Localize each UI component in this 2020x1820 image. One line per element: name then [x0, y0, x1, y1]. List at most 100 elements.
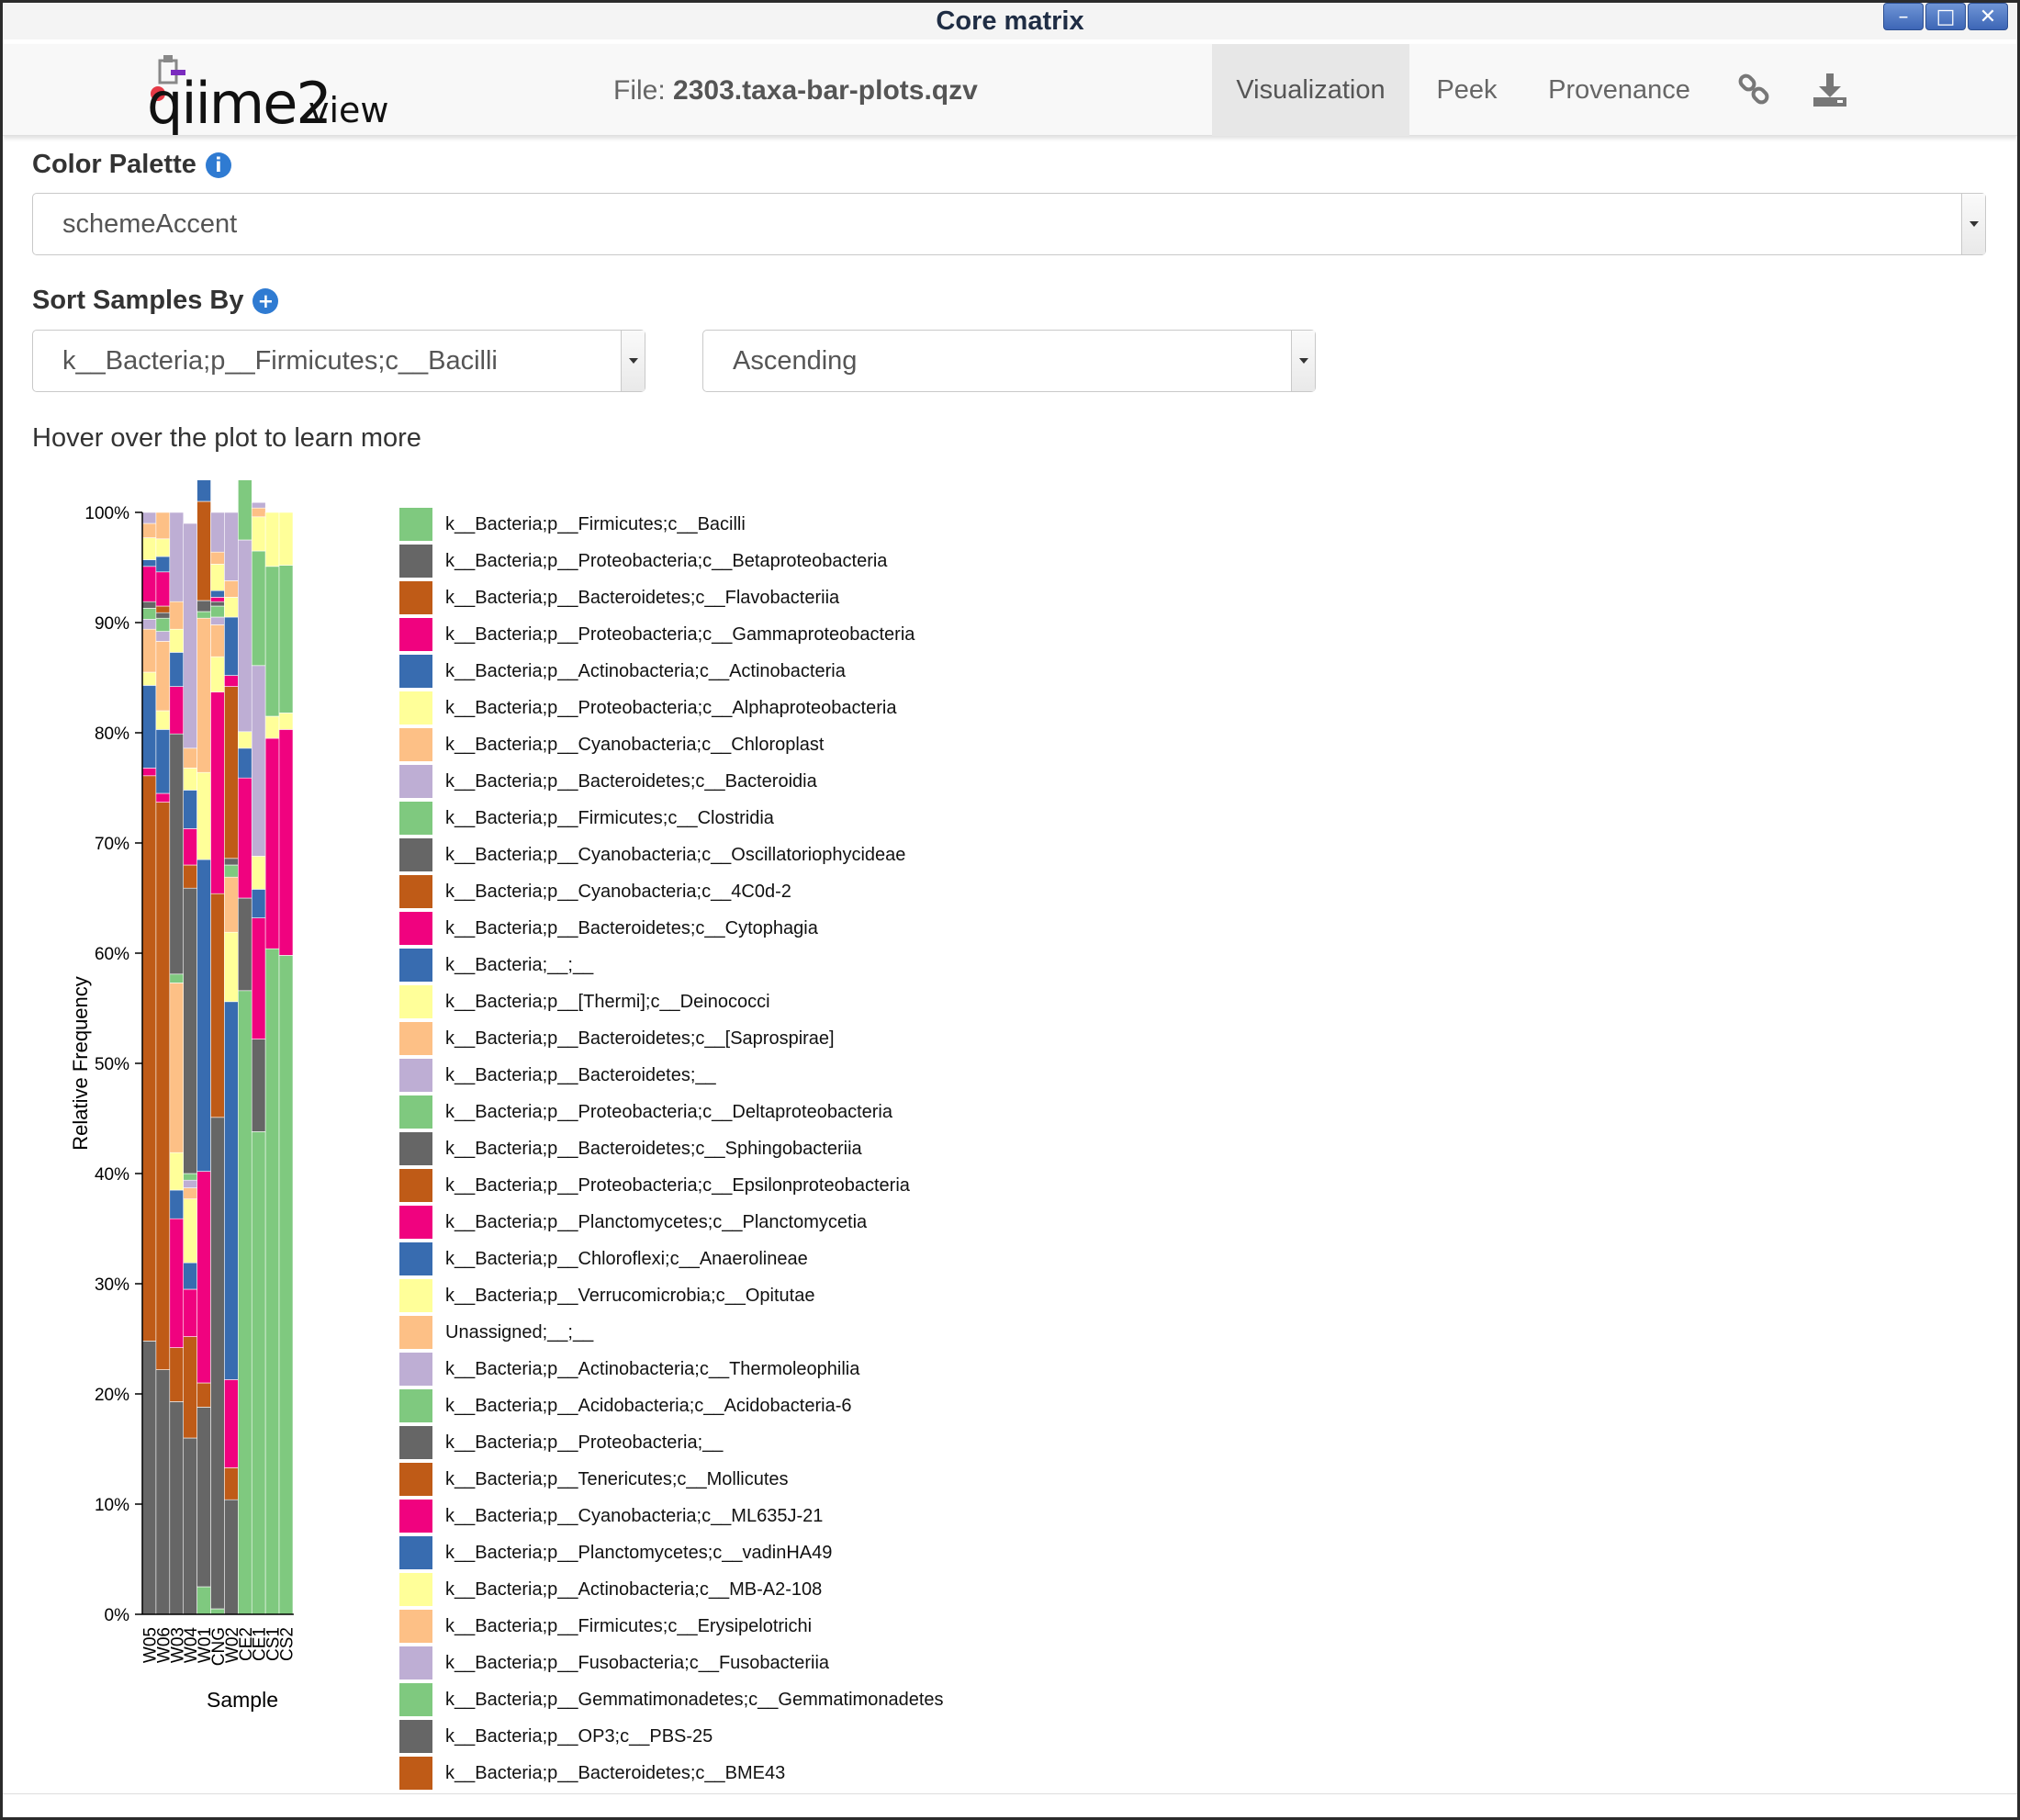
bar-segment[interactable] — [141, 511, 157, 524]
bar-segment[interactable] — [141, 1341, 157, 1615]
bar-segment[interactable] — [183, 1336, 197, 1439]
bar-segment[interactable] — [224, 931, 239, 1003]
bar-segment[interactable] — [141, 685, 157, 769]
bar-segment[interactable] — [183, 1437, 197, 1615]
legend-item[interactable]: k__Bacteria;p__Proteobacteria;c__Epsilon… — [399, 1169, 910, 1202]
legend-item[interactable]: k__Bacteria;p__Bacteroidetes;c__Sphingob… — [399, 1132, 862, 1165]
bar-segment[interactable] — [155, 641, 171, 712]
bar-segment[interactable] — [141, 522, 157, 538]
qiime2view-logo[interactable]: qiime2 view — [145, 53, 389, 137]
bar-segment[interactable] — [196, 617, 211, 773]
bar-segment[interactable] — [251, 550, 266, 667]
bar-segment[interactable] — [264, 511, 280, 567]
bar-segment[interactable] — [210, 1117, 225, 1610]
bar-segment[interactable] — [141, 559, 157, 567]
bar-segment[interactable] — [183, 1187, 197, 1199]
bar-segment[interactable] — [224, 876, 239, 933]
bar-segment[interactable] — [169, 511, 185, 602]
bar-segment[interactable] — [224, 675, 239, 687]
bar-segment[interactable] — [264, 715, 280, 739]
legend-item[interactable]: k__Bacteria;p__Firmicutes;c__Erysipelotr… — [399, 1610, 812, 1643]
legend-item[interactable]: k__Bacteria;p__Proteobacteria;c__Gammapr… — [399, 618, 915, 651]
legend-item[interactable]: k__Bacteria;p__Firmicutes;c__Bacilli — [399, 508, 746, 541]
bar-segment[interactable] — [237, 990, 252, 1615]
bar-segment[interactable] — [169, 973, 185, 983]
bar-segment[interactable] — [237, 731, 252, 749]
legend-item[interactable]: k__Bacteria;p__Proteobacteria;c__Deltapr… — [399, 1095, 892, 1129]
bar-segment[interactable] — [183, 768, 197, 791]
bar-segment[interactable] — [169, 1347, 185, 1402]
legend-item[interactable]: k__Bacteria;p__Proteobacteria;c__Betapro… — [399, 545, 887, 578]
legend-item[interactable]: k__Bacteria;p__Cyanobacteria;c__ML635J-2… — [399, 1500, 823, 1533]
legend-item[interactable]: k__Bacteria;p__Cyanobacteria;c__4C0d-2 — [399, 875, 791, 908]
bar-segment[interactable] — [169, 733, 185, 975]
bar-segment[interactable] — [278, 713, 294, 730]
bar-segment[interactable] — [169, 628, 185, 653]
bar-segment[interactable] — [196, 611, 211, 619]
bar-segment[interactable] — [237, 777, 252, 899]
legend-item[interactable]: k__Bacteria;p__Chloroflexi;c__Anaeroline… — [399, 1242, 808, 1275]
bar-segment[interactable] — [224, 1499, 239, 1615]
bar-segment[interactable] — [155, 802, 171, 1370]
bar-segment[interactable] — [237, 480, 252, 541]
legend-item[interactable]: k__Bacteria;p__Bacteroidetes;c__BME43 — [399, 1757, 785, 1790]
bar-segment[interactable] — [251, 889, 266, 918]
legend-item[interactable]: k__Bacteria;p__Acidobacteria;c__Acidobac… — [399, 1389, 852, 1422]
bar-segment[interactable] — [141, 601, 157, 609]
bar-segment[interactable] — [210, 605, 225, 618]
bar-segment[interactable] — [224, 580, 239, 598]
bar-segment[interactable] — [210, 590, 225, 598]
close-button[interactable]: ✕ — [1968, 3, 2008, 30]
bar-segment[interactable] — [183, 1288, 197, 1337]
bar-segment[interactable] — [251, 917, 266, 1039]
legend-item[interactable]: k__Bacteria;p__Planctomycetes;c__Plancto… — [399, 1206, 867, 1239]
bar-segment[interactable] — [155, 612, 171, 619]
bar-segment[interactable] — [251, 1131, 266, 1615]
bar-segment[interactable] — [210, 1608, 225, 1615]
bar-segment[interactable] — [169, 1152, 185, 1191]
bar-segment[interactable] — [155, 710, 171, 730]
bar-segment[interactable] — [210, 601, 225, 607]
bar-segment[interactable] — [196, 1407, 211, 1588]
bar-segment[interactable] — [155, 571, 171, 607]
bar-segment[interactable] — [141, 608, 157, 620]
bar-segment[interactable] — [155, 617, 171, 632]
bar-segment[interactable] — [183, 1262, 197, 1290]
legend-item[interactable]: k__Bacteria;p__Actinobacteria;c__Actinob… — [399, 655, 846, 688]
bar-segment[interactable] — [183, 790, 197, 829]
sort-taxon-select[interactable]: k__Bacteria;p__Firmicutes;c__Bacilli — [32, 330, 645, 392]
bar-segment[interactable] — [155, 556, 171, 573]
legend-item[interactable]: k__Bacteria;p__Fusobacteria;c__Fusobacte… — [399, 1646, 829, 1680]
bar-segment[interactable] — [155, 1369, 171, 1615]
bar-segment[interactable] — [278, 729, 294, 956]
bar-segment[interactable] — [210, 511, 225, 553]
bar-segment[interactable] — [210, 616, 225, 625]
bar-segment[interactable] — [169, 652, 185, 687]
bar-segment[interactable] — [210, 893, 225, 1118]
bar-segment[interactable] — [141, 628, 157, 673]
bar-segment[interactable] — [155, 792, 171, 803]
bar-segment[interactable] — [196, 480, 211, 502]
bar-segment[interactable] — [169, 1189, 185, 1219]
bar-segment[interactable] — [141, 671, 157, 686]
bar-segment[interactable] — [141, 619, 157, 630]
add-sort-icon[interactable]: + — [252, 287, 279, 314]
minimize-button[interactable]: – — [1883, 3, 1924, 30]
bar-segment[interactable] — [155, 631, 171, 642]
bar-segment[interactable] — [196, 1171, 211, 1384]
legend-item[interactable]: k__Bacteria;p__[Thermi];c__Deinococci — [399, 985, 770, 1018]
bar-segment[interactable] — [196, 859, 211, 1172]
legend-item[interactable]: k__Bacteria;p__Proteobacteria;c__Alphapr… — [399, 691, 896, 725]
bar-segment[interactable] — [251, 507, 266, 518]
bar-segment[interactable] — [196, 500, 211, 601]
bar-segment[interactable] — [278, 955, 294, 1615]
bar-segment[interactable] — [155, 511, 171, 540]
bar-segment[interactable] — [196, 771, 211, 860]
bar-segment[interactable] — [210, 564, 225, 591]
bar-segment[interactable] — [224, 616, 239, 676]
bar-segment[interactable] — [141, 768, 157, 777]
bar-segment[interactable] — [169, 983, 185, 1153]
bar-segment[interactable] — [169, 601, 185, 630]
bar-segment[interactable] — [264, 948, 280, 1615]
bar-segment[interactable] — [251, 501, 266, 509]
